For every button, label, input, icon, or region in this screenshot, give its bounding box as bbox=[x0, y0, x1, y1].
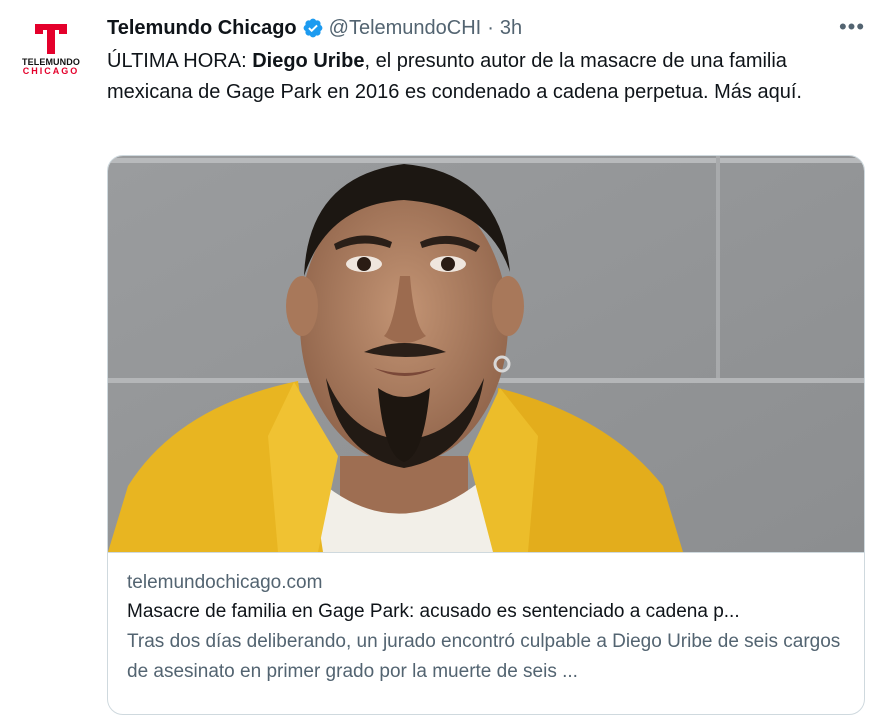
link-card[interactable]: telemundochicago.com Masacre de familia … bbox=[107, 155, 865, 715]
display-name[interactable]: Telemundo Chicago bbox=[107, 17, 297, 40]
telemundo-logo-icon bbox=[35, 24, 67, 54]
card-domain: telemundochicago.com bbox=[127, 572, 323, 593]
card-body[interactable]: telemundochicago.com Masacre de familia … bbox=[108, 552, 864, 687]
tweet-header: Telemundo Chicago @TelemundoCHI · 3h bbox=[107, 14, 522, 42]
mugshot-photo bbox=[108, 156, 864, 552]
tweet[interactable]: TELEMUNDO CHICAGO Telemundo Chicago @Tel… bbox=[0, 0, 889, 726]
card-description: Tras dos días deliberando, un jurado enc… bbox=[127, 631, 841, 682]
tweet-text-prefix: ÚLTIMA HORA: bbox=[107, 50, 253, 72]
card-image[interactable] bbox=[108, 156, 864, 552]
avatar-logo-text-bottom: CHICAGO bbox=[22, 66, 80, 76]
avatar[interactable]: TELEMUNDO CHICAGO bbox=[14, 12, 88, 86]
verified-badge-icon bbox=[303, 18, 323, 38]
handle[interactable]: @TelemundoCHI bbox=[329, 17, 482, 40]
tweet-text: ÚLTIMA HORA: Diego Uribe, el presunto au… bbox=[107, 46, 875, 108]
separator-dot: · bbox=[487, 16, 494, 39]
card-title: Masacre de familia en Gage Park: acusado… bbox=[127, 601, 740, 622]
more-options-button[interactable]: ••• bbox=[837, 12, 867, 42]
timestamp[interactable]: 3h bbox=[500, 17, 522, 40]
more-icon: ••• bbox=[838, 14, 866, 39]
tweet-text-bold-name: Diego Uribe bbox=[252, 50, 365, 72]
